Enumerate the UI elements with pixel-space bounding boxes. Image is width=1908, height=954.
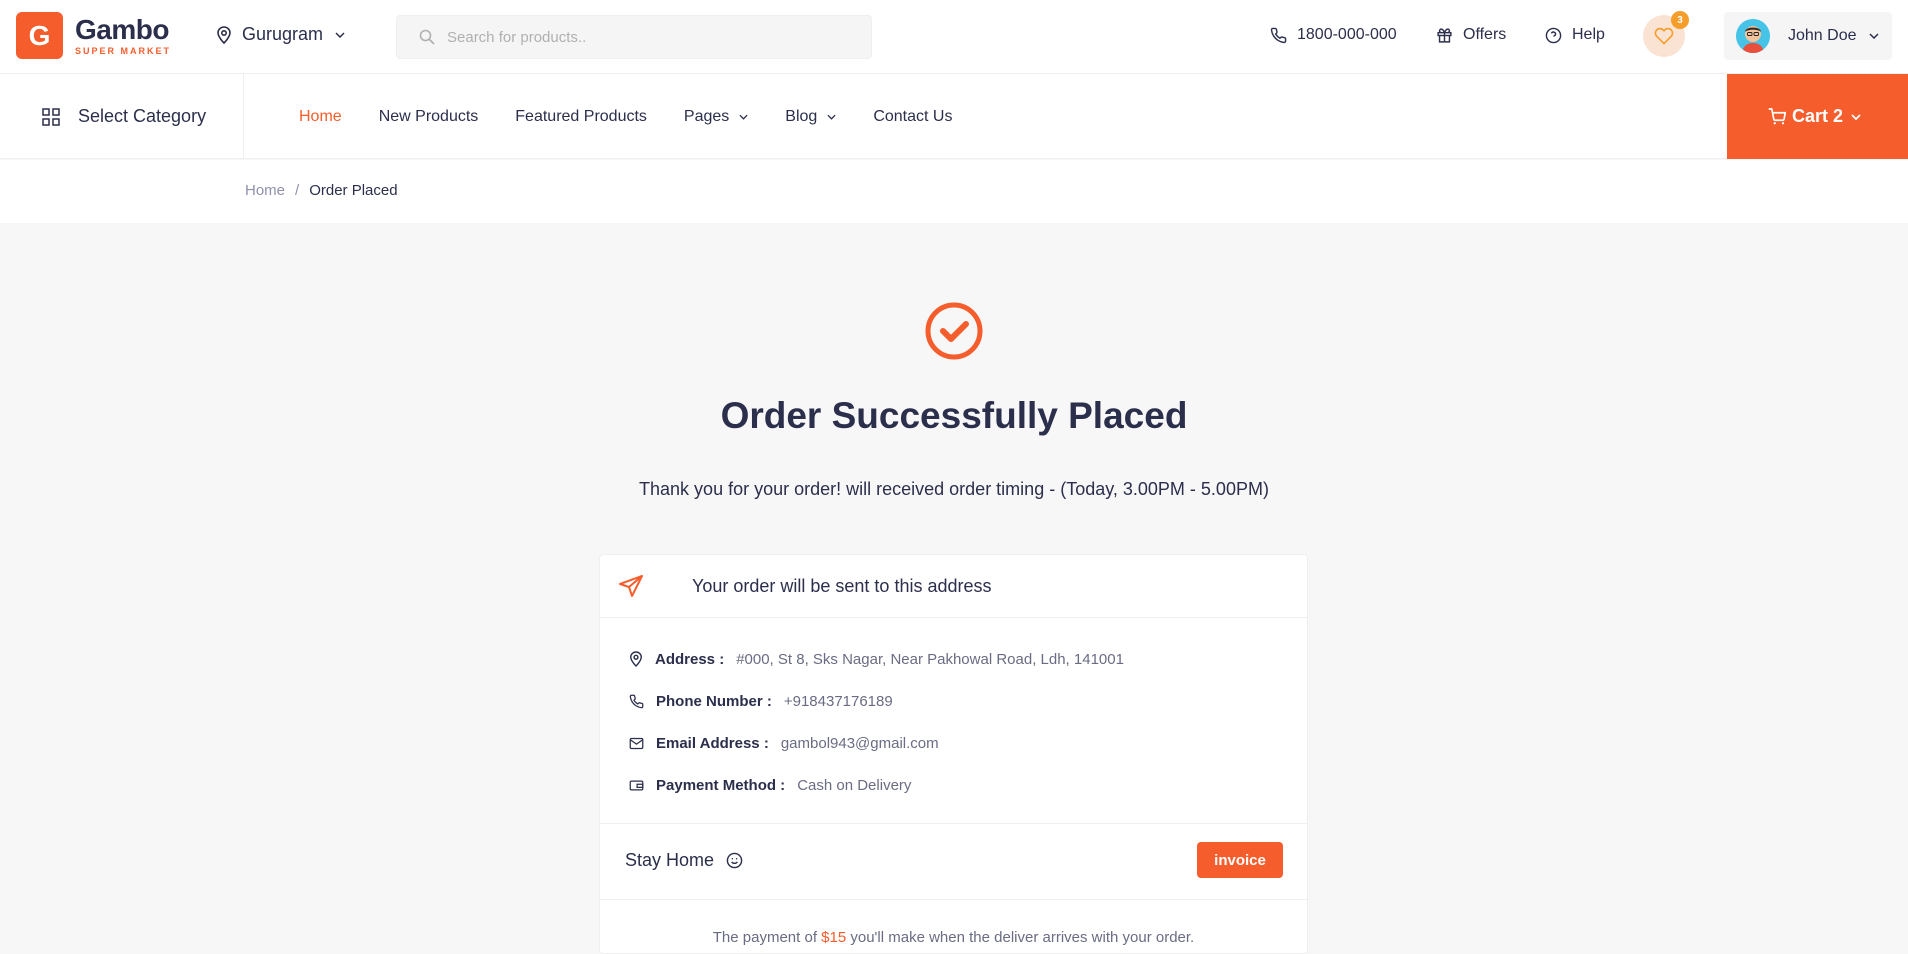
payment-amount: $15 [821, 929, 847, 946]
nav-link-pages[interactable]: Pages [684, 108, 748, 126]
address-card-header: Your order will be sent to this address [600, 555, 1307, 618]
smile-icon [726, 852, 743, 869]
offers-label: Offers [1463, 26, 1507, 43]
location-selector[interactable]: Gurugram [216, 24, 345, 45]
address-label: Address : [655, 650, 725, 668]
payment-method-row: Payment Method : Cash on Delivery [600, 764, 1307, 806]
phone-number: 1800-000-000 [1297, 26, 1397, 43]
search-icon[interactable] [419, 29, 435, 45]
invoice-button[interactable]: invoice [1197, 842, 1283, 878]
stay-home-label: Stay Home [625, 850, 715, 870]
order-summary-card: Your order will be sent to this address … [599, 554, 1308, 954]
chevron-down-icon [739, 114, 748, 120]
breadcrumb-home-link[interactable]: Home [245, 182, 285, 199]
address-row: Address : #000, St 8, Sks Nagar, Near Pa… [600, 638, 1307, 680]
search-bar [396, 15, 872, 59]
help-label: Help [1572, 26, 1605, 43]
wallet-icon [629, 780, 644, 790]
cart-label: Cart 2 [1791, 106, 1844, 126]
send-icon [619, 575, 643, 597]
check-circle-icon [925, 302, 983, 360]
nav-link-blog[interactable]: Blog [785, 108, 836, 126]
phone-icon [629, 694, 644, 708]
payment-method-value: Cash on Delivery [797, 776, 912, 794]
page-title: Order Successfully Placed [720, 395, 1188, 436]
nav-link-home[interactable]: Home [299, 108, 342, 126]
mail-icon [629, 737, 644, 749]
user-name: John Doe [1788, 27, 1857, 44]
nav-link-pages-label: Pages [683, 107, 730, 125]
breadcrumb-current: Order Placed [309, 182, 398, 199]
location-city: Gurugram [242, 24, 324, 44]
stay-home-row: Stay Home invoice [600, 823, 1307, 900]
email-label: Email Address : [656, 734, 769, 752]
nav-link-contact-us[interactable]: Contact Us [873, 108, 952, 126]
email-value: gambol943@gmail.com [780, 734, 939, 752]
select-category-label: Select Category [78, 106, 207, 126]
phone-label: Phone Number : [656, 692, 772, 710]
logo-mark: G [16, 12, 63, 59]
phone-icon [1270, 27, 1287, 43]
brand-tagline: SUPER MARKET [75, 45, 172, 56]
chevron-down-icon [827, 114, 836, 120]
help-link[interactable]: Help [1545, 26, 1605, 44]
phone-row: Phone Number : +918437176189 [600, 680, 1307, 722]
cart-icon [1768, 108, 1786, 125]
main-navigation: Select Category Home New Products Featur… [0, 74, 1908, 159]
nav-link-blog-label: Blog [785, 107, 818, 125]
brand-logo[interactable]: G Gambo SUPER MARKET [16, 12, 171, 59]
nav-link-new-products[interactable]: New Products [379, 108, 479, 126]
top-header: G Gambo SUPER MARKET Gurugram 1800-000-0… [0, 0, 1908, 74]
email-row: Email Address : gambol943@gmail.com [600, 722, 1307, 764]
breadcrumb-bar: Home / Order Placed [0, 160, 1908, 223]
gift-icon [1437, 27, 1452, 43]
map-pin-icon [630, 651, 642, 667]
avatar [1736, 19, 1770, 53]
grid-icon [42, 107, 60, 126]
wishlist-button[interactable]: 3 [1643, 11, 1689, 57]
user-menu[interactable]: John Doe [1724, 12, 1892, 60]
heart-icon [1654, 27, 1674, 45]
order-timing-message: Thank you for your order! will received … [639, 479, 1269, 499]
offers-link[interactable]: Offers [1436, 26, 1506, 44]
cart-button[interactable]: Cart 2 [1727, 74, 1908, 159]
phone-link[interactable]: 1800-000-000 [1270, 26, 1397, 44]
wishlist-count-badge: 3 [1671, 11, 1689, 29]
select-category-button[interactable]: Select Category [0, 74, 244, 159]
payment-note-suffix: you'll make when the deliver arrives wit… [850, 929, 1195, 946]
breadcrumb: Home / Order Placed [245, 182, 398, 199]
phone-value: +918437176189 [783, 692, 893, 710]
payment-method-label: Payment Method : [656, 776, 786, 794]
help-icon [1545, 27, 1562, 43]
chevron-down-icon [1851, 113, 1861, 120]
breadcrumb-separator: / [295, 182, 300, 199]
chevron-down-icon [1868, 33, 1879, 39]
address-value: #000, St 8, Sks Nagar, Near Pakhowal Roa… [736, 650, 1124, 668]
brand-name: Gambo [75, 13, 169, 45]
nav-link-featured-products[interactable]: Featured Products [515, 108, 647, 126]
search-input[interactable] [447, 28, 847, 46]
chevron-down-icon [335, 31, 345, 38]
map-pin-icon [217, 25, 231, 44]
payment-note: The payment of $15 you'll make when the … [600, 929, 1307, 946]
payment-note-prefix: The payment of [712, 929, 817, 946]
address-card-heading: Your order will be sent to this address [692, 575, 992, 596]
